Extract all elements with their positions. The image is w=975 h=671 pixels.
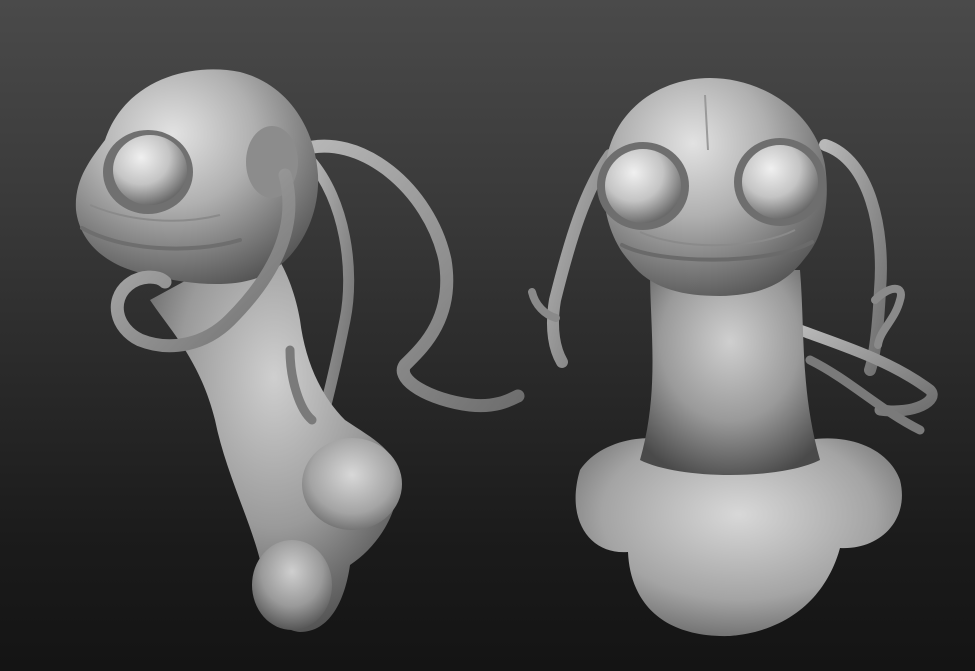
alien-bust-three-quarter-view[interactable] — [75, 69, 525, 632]
lower-bulb — [252, 540, 332, 630]
eye — [605, 149, 681, 223]
tendril — [819, 139, 887, 376]
eye — [113, 135, 187, 205]
neck — [640, 270, 820, 475]
sculpt-viewport[interactable] — [0, 0, 975, 671]
alien-bust-front-view[interactable] — [528, 78, 938, 637]
sculpt-scene — [75, 69, 938, 637]
shoulder-bulb — [302, 438, 402, 530]
eye — [742, 145, 818, 219]
